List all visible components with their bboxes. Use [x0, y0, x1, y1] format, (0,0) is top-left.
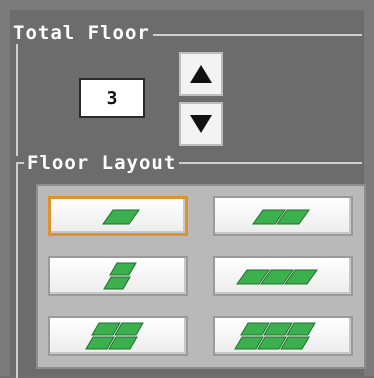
triangle-up-icon	[190, 65, 212, 83]
layout-2-vertical-icon	[103, 262, 137, 290]
triangle-down-icon	[190, 115, 212, 133]
floor-layout-options	[36, 184, 366, 369]
panel-frame-left	[0, 0, 10, 376]
layout-1-tile-icon	[102, 209, 140, 225]
layout-option-3x2-grid[interactable]	[213, 316, 353, 356]
layout-option-1-tile[interactable]	[48, 196, 188, 236]
total-floor-value[interactable]: 3	[79, 78, 145, 118]
layout-option-3-horizontal[interactable]	[213, 256, 353, 296]
layout-2-horizontal-icon	[252, 209, 310, 225]
layout-option-2-horizontal[interactable]	[213, 196, 353, 236]
layout-3-horizontal-icon	[236, 269, 318, 285]
layout-3x2-grid-icon	[234, 322, 316, 350]
layout-option-2-vertical[interactable]	[48, 256, 188, 296]
layout-option-2x2-grid[interactable]	[48, 316, 188, 356]
floor-layout-legend: Floor Layout	[24, 152, 180, 174]
floor-decrement-button[interactable]	[179, 102, 223, 146]
total-floor-legend: Total Floor	[10, 22, 153, 44]
layout-2x2-grid-icon	[85, 322, 144, 350]
floor-increment-button[interactable]	[179, 52, 223, 96]
panel-frame-top	[0, 0, 374, 10]
settings-panel: Total Floor 3 Floor Layout	[0, 0, 374, 378]
